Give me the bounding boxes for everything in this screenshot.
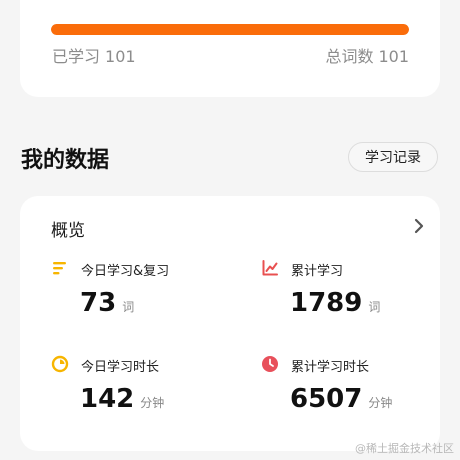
study-records-button[interactable]: 学习记录: [348, 142, 438, 172]
stat-unit: 词: [368, 300, 381, 314]
stat-label: 累计学习时长: [291, 360, 370, 375]
overview-title: 概览: [51, 221, 85, 241]
progress-card: 已学习 101 总词数 101: [20, 0, 440, 97]
pie-clock-icon: [51, 355, 69, 373]
stat-number: 142: [80, 384, 135, 414]
stat-unit: 分钟: [140, 396, 165, 410]
watermark: @稀土掘金技术社区: [355, 442, 454, 455]
overview-card[interactable]: 概览 今日学习&复习 73 词 累计学习 1789 词 今日学习时长 142 分…: [20, 196, 440, 451]
stat-label: 累计学习: [291, 264, 344, 279]
learned-label: 已学习: [52, 47, 101, 66]
total-words-count: 总词数 101: [325, 43, 409, 67]
lines-icon: [53, 262, 66, 275]
stat-today-study-time: 今日学习时长 142 分钟: [51, 355, 231, 425]
learned-number: 101: [105, 47, 136, 66]
clock-icon: [262, 356, 278, 372]
learned-count: 已学习 101: [52, 43, 136, 67]
stat-value: 73 词: [80, 288, 134, 318]
stat-label: 今日学习&复习: [81, 264, 170, 279]
stat-label: 今日学习时长: [81, 360, 160, 375]
stat-number: 6507: [290, 384, 363, 414]
progress-bar-fill: [51, 24, 409, 35]
stat-today-learn-review: 今日学习&复习 73 词: [51, 259, 231, 329]
stat-unit: 词: [122, 300, 135, 314]
total-words-label: 总词数: [325, 47, 374, 66]
chevron-right-icon[interactable]: [412, 218, 426, 234]
stat-number: 73: [80, 288, 117, 318]
stat-number: 1789: [290, 288, 363, 318]
stat-value: 1789 词: [290, 288, 380, 318]
stat-unit: 分钟: [368, 396, 393, 410]
stat-total-learned: 累计学习 1789 词: [261, 259, 441, 329]
stat-value: 142 分钟: [80, 384, 164, 414]
stat-total-study-time: 累计学习时长 6507 分钟: [261, 355, 441, 425]
progress-bar: [51, 24, 409, 35]
total-words-number: 101: [378, 47, 409, 66]
trend-chart-icon: [262, 260, 278, 276]
stat-value: 6507 分钟: [290, 384, 392, 414]
section-title: 我的数据: [21, 148, 110, 173]
